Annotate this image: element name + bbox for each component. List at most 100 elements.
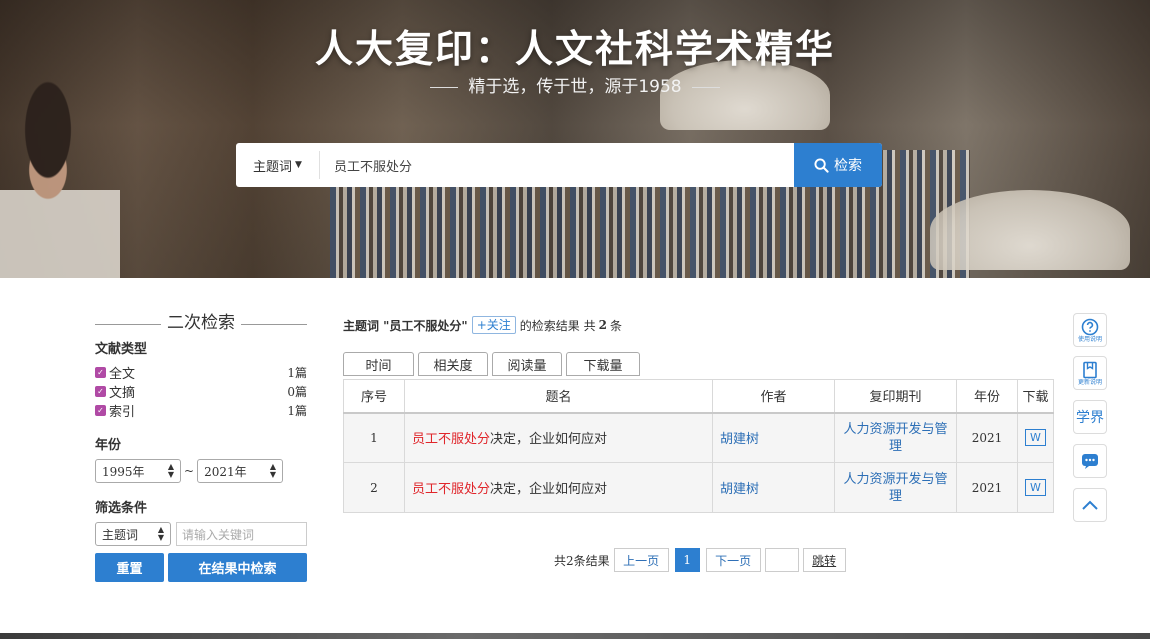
doc-type-abstract[interactable]: ✓ 文摘 0篇 — [95, 382, 307, 401]
row-number: 2 — [343, 462, 405, 513]
bookmark-icon — [1083, 361, 1097, 378]
author-link[interactable]: 胡建树 — [712, 462, 835, 513]
title-rest: 决定，企业如何应对 — [490, 482, 608, 497]
sort-tab-relevance[interactable]: 相关度 — [418, 352, 488, 376]
back-to-top-button[interactable] — [1073, 488, 1107, 522]
keyword-input[interactable]: 请输入关键词 — [176, 522, 307, 546]
year-separator: ~ — [184, 464, 195, 478]
doc-type-label: 全文 — [109, 367, 136, 382]
search-in-results-button[interactable]: 在结果中检索 — [168, 553, 307, 582]
next-page-button[interactable]: 下一页 — [705, 548, 761, 572]
journal-link[interactable]: 人力资源开发与管理 — [834, 462, 957, 513]
search-bar: 主题词▼ 检索 — [236, 143, 882, 187]
checkbox-checked-icon[interactable]: ✓ — [95, 367, 106, 378]
title-highlight: 员工不服处分 — [412, 432, 491, 448]
select-arrows-icon: ▲ ▼ — [167, 462, 174, 479]
search-type-dropdown[interactable]: 主题词 ▼ — [236, 151, 320, 179]
results-count: 2 — [598, 318, 607, 332]
doc-type-heading: 文献类型 — [95, 342, 148, 357]
doc-type-fulltext[interactable]: ✓ 全文 1篇 — [95, 363, 307, 382]
hero-subtitle: 精于选，传于世，源于1958 — [0, 72, 1150, 97]
divider — [430, 86, 459, 88]
xuejie-logo-icon: 学界 — [1076, 410, 1104, 426]
update-notes-button[interactable]: 更新说明 — [1073, 356, 1107, 390]
secondary-search-panel: 二次检索 文献类型 ✓ 全文 1篇 ✓ 文摘 0篇 ✓ 索引 1篇 年份 199… — [95, 310, 307, 582]
year-heading: 年份 — [95, 438, 122, 453]
hero-banner: 人大复印：人文社科学术精华 精于选，传于世，源于1958 主题词▼ 检索 — [0, 0, 1150, 278]
results-summary: 主题词 "员工不服处分" +关注 的检索结果 共 2 条 — [343, 316, 622, 334]
pager-total: 共2条结果 — [554, 553, 610, 568]
year-from-select[interactable]: 1995年 ▲ ▼ — [95, 459, 181, 483]
hero-photo-person — [0, 80, 120, 278]
divider — [691, 86, 720, 88]
doc-type-count: 0篇 — [287, 385, 307, 399]
search-icon — [814, 157, 829, 173]
select-arrows-icon: ▲ ▼ — [269, 462, 277, 479]
footer-divider — [0, 633, 1150, 639]
secondary-search-title: 二次检索 — [95, 310, 307, 336]
doc-type-list: ✓ 全文 1篇 ✓ 文摘 0篇 ✓ 索引 1篇 — [95, 363, 307, 420]
prev-page-button[interactable]: 上一页 — [613, 548, 669, 572]
help-button[interactable]: 使用说明 — [1073, 313, 1107, 347]
journal-link[interactable]: 人力资源开发与管理 — [834, 412, 957, 463]
title-highlight: 员工不服处分 — [412, 482, 491, 497]
xuejie-button[interactable]: 学界 — [1073, 400, 1107, 434]
sort-tab-reads[interactable]: 阅读量 — [492, 352, 562, 376]
year-from-value: 1995年 — [102, 464, 145, 479]
caret-down-icon: ▼ — [295, 160, 302, 170]
article-title-link[interactable]: 员工不服处分决定，企业如何应对 — [404, 462, 713, 513]
doc-type-label: 索引 — [109, 405, 136, 420]
sort-tab-downloads[interactable]: 下载量 — [566, 352, 640, 376]
article-title-link[interactable]: 员工不服处分决定，企业如何应对 — [404, 412, 713, 463]
download-cell: W — [1017, 412, 1054, 463]
jump-button[interactable]: 跳转 — [802, 548, 846, 572]
year-range: 1995年 ▲ ▼ ~ 2021年 ▲ ▼ — [95, 459, 307, 483]
pagination: 共2条结果 上一页 1 下一页 跳转 — [554, 548, 846, 572]
search-button-label: 检索 — [834, 158, 862, 174]
table-row: 2 员工不服处分决定，企业如何应对 胡建树 人力资源开发与管理 2021 W — [343, 462, 1054, 513]
page-jump-input[interactable] — [764, 548, 799, 572]
hero-title: 人大复印：人文社科学术精华 — [314, 26, 835, 71]
col-header-journal: 复印期刊 — [834, 379, 957, 413]
col-header-author: 作者 — [712, 379, 835, 413]
sort-tab-time[interactable]: 时间 — [343, 352, 414, 376]
search-input[interactable] — [320, 143, 794, 187]
filter-field-value: 主题词 — [102, 527, 139, 542]
table-row: 1 员工不服处分决定，企业如何应对 胡建树 人力资源开发与管理 2021 W — [343, 412, 1054, 463]
col-header-no: 序号 — [343, 379, 405, 413]
col-header-title: 题名 — [404, 379, 713, 413]
checkbox-checked-icon[interactable]: ✓ — [95, 405, 106, 416]
search-button[interactable]: 检索 — [794, 143, 882, 187]
col-header-year: 年份 — [956, 379, 1018, 413]
sidebar-buttons: 重置 在结果中检索 — [95, 553, 307, 582]
select-arrows-icon: ▲ ▼ — [157, 525, 164, 542]
filter-heading: 筛选条件 — [95, 501, 148, 516]
search-type-label: 主题词 — [253, 159, 293, 175]
download-cell: W — [1017, 462, 1054, 513]
doc-type-index[interactable]: ✓ 索引 1篇 — [95, 401, 307, 420]
page-1-button[interactable]: 1 — [674, 548, 700, 572]
update-caption: 更新说明 — [1077, 378, 1102, 386]
doc-type-count: 1篇 — [287, 404, 307, 418]
filter-field-select[interactable]: 主题词 ▲ ▼ — [95, 522, 171, 546]
question-icon — [1081, 318, 1099, 335]
help-caption: 使用说明 — [1077, 335, 1102, 343]
year-to-select[interactable]: 2021年 ▲ ▼ — [197, 459, 284, 483]
checkbox-checked-icon[interactable]: ✓ — [95, 386, 106, 397]
filter-row: 主题词 ▲ ▼ 请输入关键词 — [95, 522, 307, 546]
doc-type-label: 文摘 — [109, 386, 136, 401]
table-header-row: 序号 题名 作者 复印期刊 年份 下载 — [343, 379, 1054, 413]
follow-button[interactable]: +关注 — [471, 316, 516, 334]
doc-type-count: 1篇 — [287, 366, 307, 380]
chat-button[interactable] — [1073, 444, 1107, 478]
word-download-icon[interactable]: W — [1025, 429, 1046, 447]
chat-icon — [1082, 454, 1098, 469]
hero-subtitle-text: 精于选，传于世，源于1958 — [468, 77, 682, 97]
reset-button[interactable]: 重置 — [95, 553, 164, 582]
row-year: 2021 — [956, 462, 1018, 513]
title-rest: 决定，企业如何应对 — [490, 432, 608, 448]
results-query: 主题词 "员工不服处分" — [343, 318, 468, 333]
sort-tabs: 时间 相关度 阅读量 下载量 — [343, 352, 644, 376]
word-download-icon[interactable]: W — [1025, 479, 1046, 496]
author-link[interactable]: 胡建树 — [712, 412, 835, 463]
